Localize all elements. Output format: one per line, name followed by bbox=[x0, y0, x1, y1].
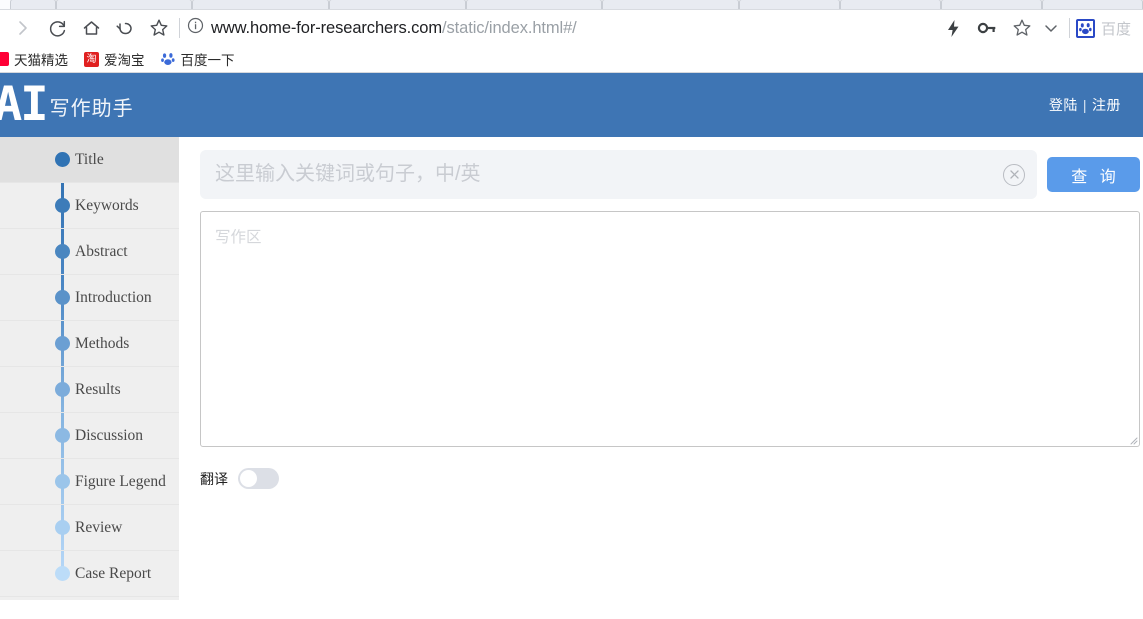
browser-tab[interactable] bbox=[602, 0, 739, 9]
browser-tab-strip bbox=[0, 0, 1143, 10]
timeline-dot bbox=[55, 198, 70, 213]
sidebar-item-label: Methods bbox=[75, 334, 130, 352]
sidebar-item-label: Abstract bbox=[75, 242, 128, 260]
sidebar-item-figure-legend[interactable]: Figure Legend bbox=[0, 459, 179, 505]
clear-circle-icon[interactable] bbox=[1003, 163, 1025, 186]
sidebar-item-label: Title bbox=[75, 150, 104, 168]
sidebar-item-label: Case Report bbox=[75, 564, 152, 582]
sidebar-item-methods[interactable]: Methods bbox=[0, 321, 179, 367]
bookmark-label: 百度一下 bbox=[180, 53, 235, 68]
baidu-chip-label: 百度 bbox=[1100, 20, 1131, 38]
baidu-paw-icon bbox=[1075, 18, 1095, 38]
reload-icon[interactable] bbox=[40, 11, 74, 45]
timeline-dot bbox=[55, 244, 70, 259]
browser-tab[interactable] bbox=[465, 0, 603, 9]
app-logo[interactable]: AI 写作助手 bbox=[0, 77, 134, 133]
sidebar-item-case-report[interactable]: Case Report bbox=[0, 551, 179, 597]
favorite-star-icon[interactable] bbox=[1005, 11, 1039, 45]
undo-icon[interactable] bbox=[108, 11, 142, 45]
sidebar-item-title[interactable]: Title bbox=[0, 137, 179, 183]
translate-toggle-knob bbox=[240, 470, 257, 487]
register-link[interactable]: 注册 bbox=[1092, 97, 1121, 113]
key-icon[interactable] bbox=[971, 11, 1005, 45]
browser-tab[interactable] bbox=[1041, 0, 1143, 9]
app-logo-main: AI bbox=[0, 77, 49, 133]
timeline-dot bbox=[55, 566, 70, 581]
sidebar-item-discussion[interactable]: Discussion bbox=[0, 413, 179, 459]
bookmark-baidu[interactable]: 百度一下 bbox=[153, 46, 243, 73]
forward-icon[interactable] bbox=[6, 11, 40, 45]
url-bar[interactable]: www.home-for-researchers.com/static/inde… bbox=[187, 17, 937, 39]
info-circle-icon[interactable] bbox=[187, 17, 204, 39]
timeline-dot bbox=[55, 474, 70, 489]
sidebar-item-label: Discussion bbox=[75, 426, 144, 444]
baidu-search-chip[interactable]: 百度 bbox=[1075, 18, 1135, 39]
sidebar-item-introduction[interactable]: Introduction bbox=[0, 275, 179, 321]
home-icon[interactable] bbox=[74, 11, 108, 45]
timeline-dot bbox=[55, 336, 70, 351]
chevron-down-icon[interactable] bbox=[1039, 11, 1063, 45]
browser-tab[interactable] bbox=[940, 0, 1042, 9]
nav-divider bbox=[179, 18, 180, 38]
search-row: 查 询 bbox=[200, 150, 1140, 199]
browser-chrome: www.home-for-researchers.com/static/inde… bbox=[0, 0, 1143, 73]
main-content: 查 询 翻译 bbox=[179, 137, 1143, 592]
browser-tab[interactable] bbox=[55, 0, 193, 9]
lightning-icon[interactable] bbox=[937, 11, 971, 45]
sidebar-item-results[interactable]: Results bbox=[0, 367, 179, 413]
bookmark-label: 天猫精选 bbox=[14, 53, 68, 68]
browser-tab[interactable] bbox=[839, 0, 941, 9]
sidebar-item-label: Review bbox=[75, 518, 123, 536]
url-path: /static/index.html#/ bbox=[442, 18, 577, 37]
tmall-icon bbox=[0, 52, 9, 67]
timeline-dot bbox=[55, 152, 70, 167]
translate-toggle[interactable] bbox=[238, 468, 279, 489]
translate-label: 翻译 bbox=[200, 470, 228, 487]
url-domain: www.home-for-researchers.com bbox=[211, 18, 443, 37]
taobao-icon: 淘 bbox=[84, 51, 99, 67]
browser-tab[interactable] bbox=[192, 0, 330, 9]
login-link[interactable]: 登陆 bbox=[1049, 97, 1078, 113]
bookmark-tmall[interactable]: 天猫精选 bbox=[0, 46, 76, 73]
nav-divider-right bbox=[1068, 18, 1070, 38]
app-logo-subtitle: 写作助手 bbox=[49, 97, 134, 120]
browser-tab[interactable] bbox=[329, 0, 466, 9]
translate-row: 翻译 bbox=[200, 468, 1140, 489]
timeline-dot bbox=[55, 520, 70, 535]
browser-nav-bar: www.home-for-researchers.com/static/inde… bbox=[0, 10, 1143, 46]
timeline-dot bbox=[55, 428, 70, 443]
baidu-paw-icon bbox=[161, 52, 176, 67]
taobao-icon-text: 淘 bbox=[84, 51, 99, 67]
bookmark-star-icon[interactable] bbox=[142, 11, 176, 45]
bookmark-label: 爱淘宝 bbox=[104, 53, 145, 68]
sidebar-item-review[interactable]: Review bbox=[0, 505, 179, 551]
bookmark-taobao[interactable]: 淘 爱淘宝 bbox=[76, 46, 153, 73]
auth-separator: | bbox=[1082, 97, 1087, 113]
search-input[interactable] bbox=[215, 163, 1003, 186]
auth-links: 登陆 | 注册 bbox=[1049, 95, 1121, 115]
sidebar-item-abstract[interactable]: Abstract bbox=[0, 229, 179, 275]
sidebar-item-label: Results bbox=[75, 380, 121, 398]
bookmarks-bar: 天猫精选 淘 爱淘宝 百度一下 bbox=[0, 46, 1143, 73]
sidebar-item-label: Keywords bbox=[75, 196, 139, 214]
timeline-dot bbox=[55, 290, 70, 305]
search-box[interactable] bbox=[200, 150, 1037, 199]
writing-area-textarea[interactable] bbox=[200, 211, 1140, 447]
sidebar-item-label: Figure Legend bbox=[75, 472, 166, 490]
nav-right-icons: 百度 bbox=[937, 11, 1135, 45]
sidebar-item-label: Introduction bbox=[75, 288, 152, 306]
sidebar-nav: Title Keywords Abstract Introduction Met… bbox=[0, 137, 179, 600]
query-button[interactable]: 查 询 bbox=[1047, 157, 1140, 192]
browser-tab[interactable] bbox=[9, 0, 56, 9]
url-text: www.home-for-researchers.com/static/inde… bbox=[211, 19, 577, 38]
app-header: AI 写作助手 登陆 | 注册 bbox=[0, 73, 1143, 137]
tab-strip-edge bbox=[0, 0, 10, 9]
timeline-dot bbox=[55, 382, 70, 397]
app-body: Title Keywords Abstract Introduction Met… bbox=[0, 137, 1143, 600]
browser-tab[interactable] bbox=[738, 0, 840, 9]
sidebar-item-keywords[interactable]: Keywords bbox=[0, 183, 179, 229]
